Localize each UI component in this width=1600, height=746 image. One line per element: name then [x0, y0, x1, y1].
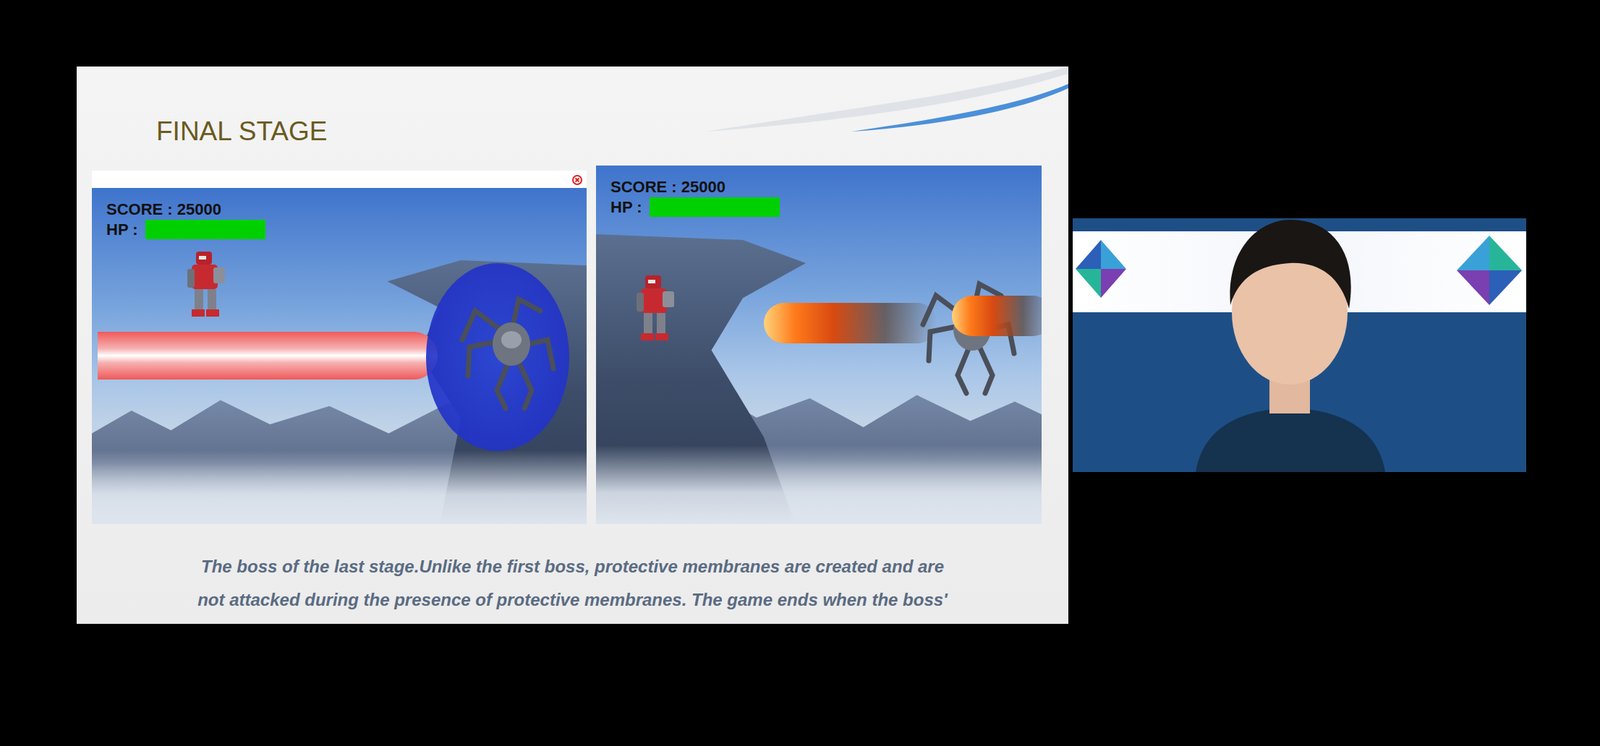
window-title-bar — [91, 170, 587, 189]
player-robot-icon — [633, 272, 679, 346]
laser-beam — [97, 332, 438, 380]
hp-fill — [649, 197, 780, 217]
game-screenshot: SCORE : 25000HP : — [596, 165, 1042, 525]
game-view: SCORE : 25000HP : — [596, 165, 1042, 525]
fireball — [951, 295, 1042, 337]
boss-icon — [453, 289, 563, 413]
slide-caption: The boss of the last stage.Unlike the fi… — [76, 524, 1069, 617]
hud: SCORE : 25000HP : — [596, 165, 1042, 229]
hp-bar — [649, 197, 780, 217]
hp-fill — [145, 219, 266, 240]
caption-line: The boss of the last stage.Unlike the fi… — [134, 550, 1011, 584]
game-view: SCORE : 25000HP : — [91, 188, 587, 525]
mist — [91, 450, 587, 525]
hp-label: HP : — [610, 197, 643, 218]
close-icon[interactable] — [572, 170, 583, 189]
caption-line: not attacked during the presence of prot… — [134, 583, 1011, 617]
presentation-slide: FINAL STAGESCORE : 25000HP :SCORE : 2500… — [76, 66, 1069, 625]
zoom-window: FINAL STAGESCORE : 25000HP :SCORE : 2500… — [0, 0, 1600, 625]
game-screenshot: SCORE : 25000HP : — [91, 170, 587, 525]
hp-bar — [145, 219, 266, 240]
webcam-video — [1072, 218, 1527, 473]
fireball — [763, 303, 938, 344]
swoosh-decoration — [663, 66, 1069, 132]
hp-label: HP : — [106, 219, 139, 241]
presenter — [1181, 218, 1399, 473]
score-label: SCORE : 25000 — [610, 177, 1028, 198]
screen-area: FINAL STAGESCORE : 25000HP :SCORE : 2500… — [0, 0, 1600, 625]
mist — [596, 445, 1042, 525]
hp-row: HP : — [106, 219, 573, 241]
player-robot-icon — [184, 248, 230, 322]
game-screenshots: SCORE : 25000HP :SCORE : 25000HP : — [76, 165, 1069, 525]
hp-row: HP : — [610, 197, 1028, 218]
score-label: SCORE : 25000 — [106, 199, 573, 220]
hud: SCORE : 25000HP : — [91, 188, 587, 251]
slide-title: FINAL STAGE — [76, 66, 1069, 166]
